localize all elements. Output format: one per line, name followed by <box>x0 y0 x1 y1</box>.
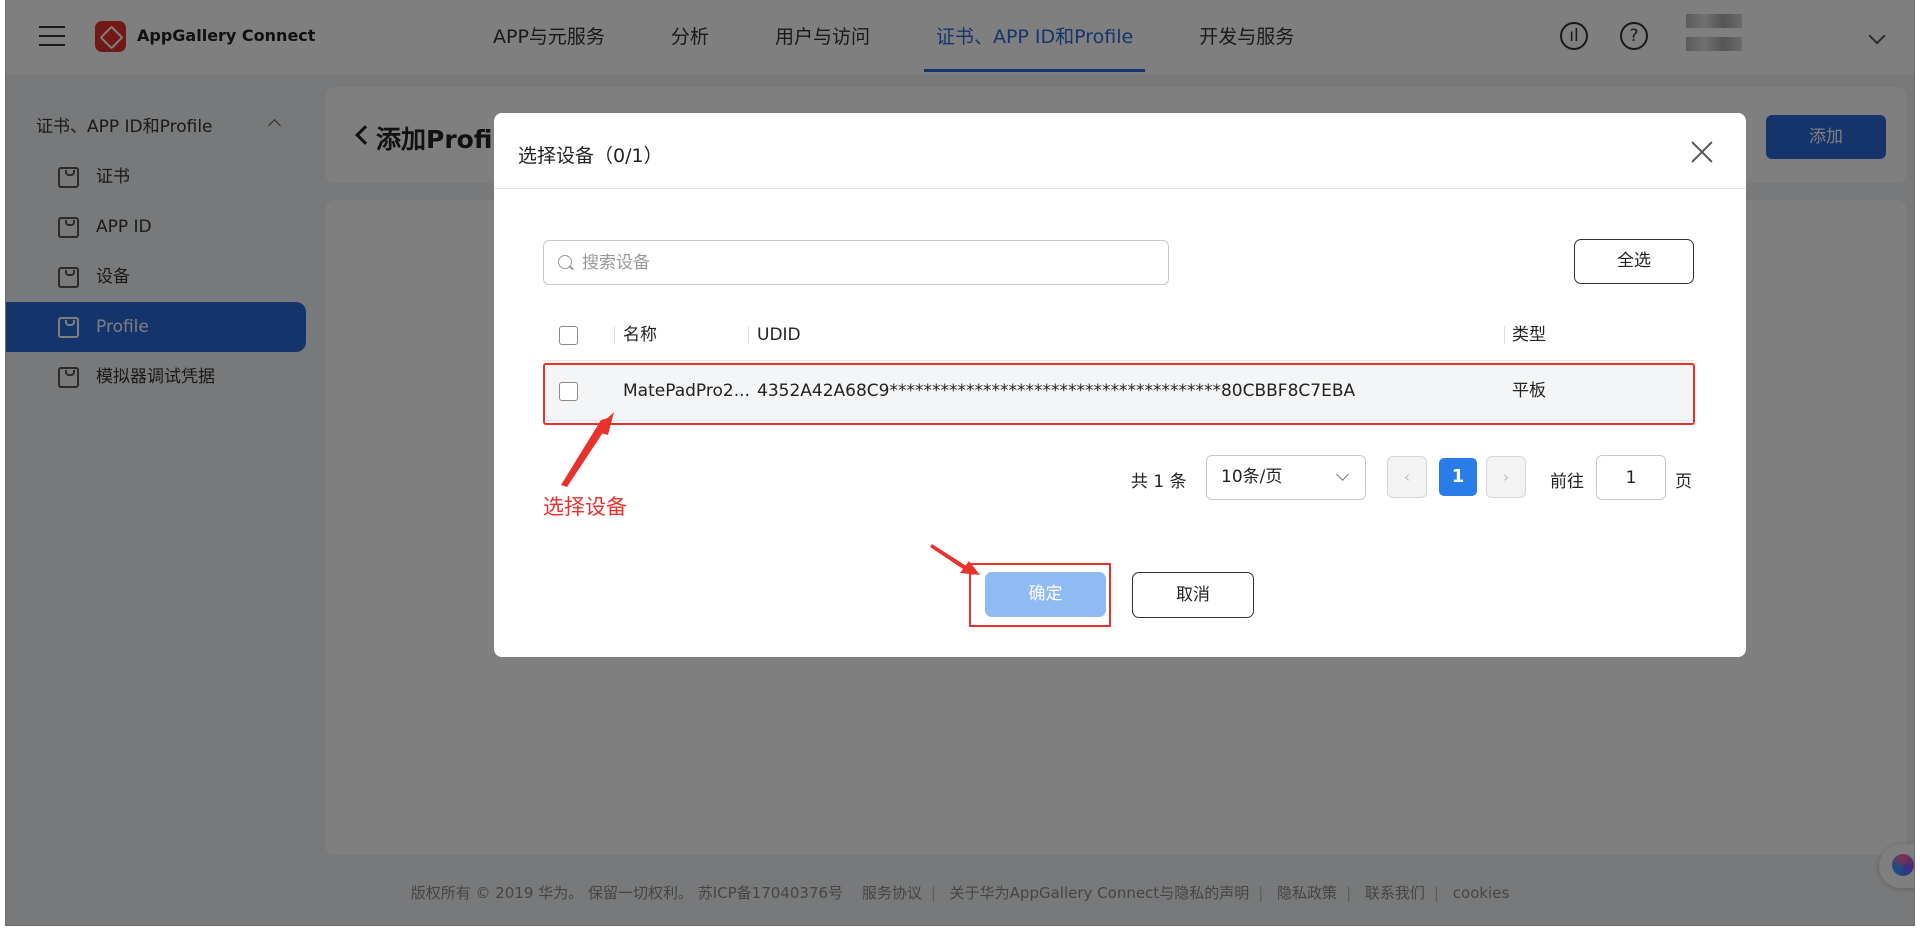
select-all-checkbox[interactable] <box>559 326 578 345</box>
arrow-to-row <box>561 418 608 487</box>
search-input[interactable] <box>582 241 1152 284</box>
page-size-select[interactable]: 10条/页 <box>1206 455 1366 500</box>
search-icon <box>558 255 572 269</box>
table-row[interactable]: MatePadPro2... 4352A42A68C9*************… <box>543 361 1694 421</box>
arrow-to-confirm <box>930 544 974 575</box>
current-page-button[interactable]: 1 <box>1439 458 1477 496</box>
close-icon[interactable] <box>1688 138 1716 166</box>
cancel-button[interactable]: 取消 <box>1132 572 1254 618</box>
column-udid: UDID <box>757 325 801 345</box>
device-table: 名称 UDID 类型 MatePadPro2... 4352A42A68C9**… <box>543 309 1694 421</box>
page-size-value: 10条/页 <box>1221 467 1283 487</box>
confirm-button[interactable]: 确定 <box>985 572 1106 617</box>
row-checkbox[interactable] <box>559 382 578 401</box>
chevron-down-icon <box>1336 468 1349 481</box>
table-header: 名称 UDID 类型 <box>543 309 1694 361</box>
select-all-button[interactable]: 全选 <box>1574 239 1694 284</box>
select-device-dialog: 选择设备（0/1） 全选 名称 UDID 类型 MatePadPro2... 4… <box>494 113 1746 657</box>
device-name: MatePadPro2... <box>623 381 750 401</box>
goto-label: 前往 <box>1550 472 1584 492</box>
goto-page-input[interactable] <box>1596 455 1666 500</box>
device-type: 平板 <box>1512 381 1546 401</box>
prev-page-button[interactable]: ‹ <box>1387 456 1427 498</box>
goto-suffix: 页 <box>1675 472 1692 492</box>
divider <box>494 188 1746 189</box>
dialog-title: 选择设备（0/1） <box>518 145 663 167</box>
total-count: 共 1 条 <box>1131 472 1187 492</box>
device-search <box>543 240 1169 285</box>
column-type: 类型 <box>1512 325 1546 345</box>
next-page-button[interactable]: › <box>1486 456 1526 498</box>
column-name: 名称 <box>623 325 657 345</box>
select-device-annotation: 选择设备 <box>543 495 627 519</box>
device-udid: 4352A42A68C9****************************… <box>757 381 1356 401</box>
